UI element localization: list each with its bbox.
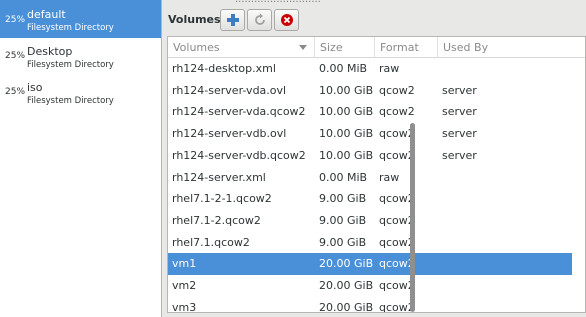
chevron-down-icon [299, 45, 307, 50]
refresh-volumes-button[interactable] [247, 9, 272, 31]
volume-name: rh124-server-vdb.ovl [172, 127, 287, 141]
table-row[interactable]: rh124-desktop.xml 0.00 MiB raw [168, 58, 572, 80]
volume-used-by: server [442, 148, 477, 162]
pool-usage: 25% [5, 87, 26, 97]
volume-size: 20.00 GiB [319, 300, 374, 313]
volume-format: raw [379, 62, 400, 75]
volume-size: 0.00 MiB [319, 62, 368, 75]
volumes-table: Volumes Size Format Used By rh124-deskto… [167, 36, 586, 313]
volume-name: rh124-server-vdb.qcow2 [172, 148, 306, 162]
table-row[interactable]: rh124-server-vdb.qcow2 10.00 GiB qcow2 serv… [168, 145, 572, 167]
pool-details-fragment: ........................... [235, 0, 375, 2]
pool-name: default [27, 8, 66, 21]
volume-name: rh124-desktop.xml [172, 62, 276, 75]
volume-size: 10.00 GiB [319, 127, 374, 141]
volume-name: rhel7.1.qcow2 [172, 235, 250, 249]
volumes-label: Volumes [168, 13, 221, 26]
column-header-volumes[interactable]: Volumes [168, 37, 315, 58]
delete-icon [280, 14, 293, 26]
volume-name: vm1 [172, 257, 197, 271]
volume-used-by: server [442, 127, 477, 141]
pool-item[interactable]: 25% default Filesystem Directory [0, 0, 161, 38]
table-row[interactable]: vm3 20.00 GiB qcow2 [168, 297, 572, 313]
volume-size: 10.00 GiB [319, 83, 374, 97]
pool-item[interactable]: 25% Desktop Filesystem Directory [0, 38, 161, 74]
volume-format: raw [379, 170, 400, 184]
column-header-format[interactable]: Format [375, 37, 438, 58]
table-row[interactable]: rh124-server-vdb.ovl 10.00 GiB qcow2 server [168, 123, 572, 145]
vertical-scrollbar-track[interactable] [572, 58, 585, 312]
volume-name: rh124-server.xml [172, 170, 266, 184]
volume-size: 9.00 GiB [319, 235, 367, 249]
table-row[interactable]: rh124-server-vda.qcow2 10.00 GiB qcow2 serv… [168, 101, 572, 123]
table-row[interactable]: vm1 20.00 GiB qcow2 [168, 253, 572, 275]
volume-size: 20.00 GiB [319, 257, 374, 271]
volume-size: 20.00 GiB [319, 279, 374, 292]
volume-size: 9.00 GiB [319, 192, 367, 206]
volume-name: rhel7.1-2.qcow2 [172, 213, 261, 227]
pool-type: Filesystem Directory [27, 60, 114, 70]
pool-item[interactable]: 25% iso Filesystem Directory [0, 74, 161, 110]
volume-name: rhel7.1-2-1.qcow2 [172, 192, 272, 206]
delete-volume-button[interactable] [274, 9, 299, 31]
volume-name: rh124-server-vda.ovl [172, 83, 287, 97]
volume-size: 9.00 GiB [319, 213, 367, 227]
volume-name: rh124-server-vda.qcow2 [172, 105, 306, 119]
pool-type: Filesystem Directory [27, 96, 114, 106]
table-row[interactable]: rhel7.1-2.qcow2 9.00 GiB qcow2 [168, 210, 572, 232]
pool-usage: 25% [5, 51, 26, 61]
volume-size: 0.00 MiB [319, 170, 368, 184]
table-header: Volumes Size Format Used By [168, 37, 585, 58]
table-row[interactable]: rh124-server.xml 0.00 MiB raw [168, 167, 572, 189]
column-header-size[interactable]: Size [315, 37, 375, 58]
pool-usage: 25% [5, 15, 26, 25]
storage-pool-list[interactable]: 25% default Filesystem Directory 25% Desktop… [0, 0, 162, 317]
volume-used-by: server [442, 105, 477, 119]
pool-name: iso [27, 81, 43, 94]
volume-format: qcow2 [379, 83, 415, 97]
volume-name: vm2 [172, 279, 197, 292]
volume-used-by: server [442, 83, 477, 97]
table-row[interactable]: rhel7.1-2-1.qcow2 9.00 GiB qcow2 [168, 188, 572, 210]
volume-name: vm3 [172, 300, 197, 313]
pool-name: Desktop [27, 45, 73, 58]
pool-type: Filesystem Directory [27, 23, 114, 33]
volume-format: qcow2 [379, 105, 415, 119]
table-row[interactable]: rhel7.1.qcow2 9.00 GiB qcow2 [168, 232, 572, 254]
volume-size: 10.00 GiB [319, 148, 374, 162]
vertical-scrollbar-thumb[interactable] [410, 123, 415, 312]
add-volume-button[interactable] [220, 9, 245, 31]
table-row[interactable]: rh124-server-vda.ovl 10.00 GiB qcow2 server [168, 80, 572, 102]
volume-size: 10.00 GiB [319, 105, 374, 119]
refresh-icon [254, 13, 265, 25]
table-body: rh124-desktop.xml 0.00 MiB raw rh124-server… [168, 58, 572, 313]
table-row[interactable]: vm2 20.00 GiB qcow2 [168, 275, 572, 297]
column-header-used-by[interactable]: Used By [438, 37, 572, 58]
plus-icon [226, 14, 239, 26]
